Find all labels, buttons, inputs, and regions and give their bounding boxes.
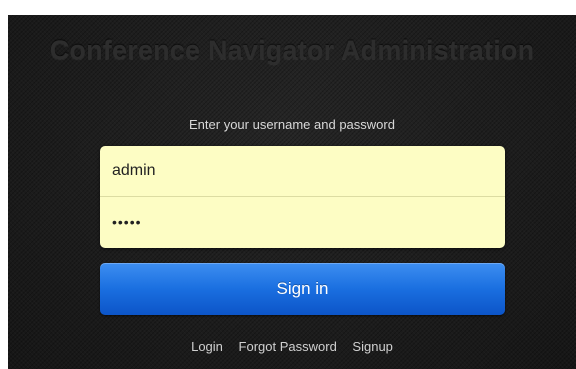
password-input[interactable] bbox=[100, 197, 505, 247]
credentials-field-group bbox=[100, 146, 505, 248]
footer-links: Login Forgot Password Signup bbox=[8, 339, 576, 354]
username-input[interactable] bbox=[100, 146, 505, 196]
forgot-password-link[interactable]: Forgot Password bbox=[239, 339, 337, 354]
sign-in-button[interactable]: Sign in bbox=[100, 263, 505, 315]
signup-link[interactable]: Signup bbox=[352, 339, 392, 354]
login-link[interactable]: Login bbox=[191, 339, 223, 354]
login-prompt: Enter your username and password bbox=[189, 117, 395, 132]
login-screen: Conference Navigator Administration Ente… bbox=[8, 15, 576, 369]
app-title: Conference Navigator Administration bbox=[49, 35, 535, 65]
